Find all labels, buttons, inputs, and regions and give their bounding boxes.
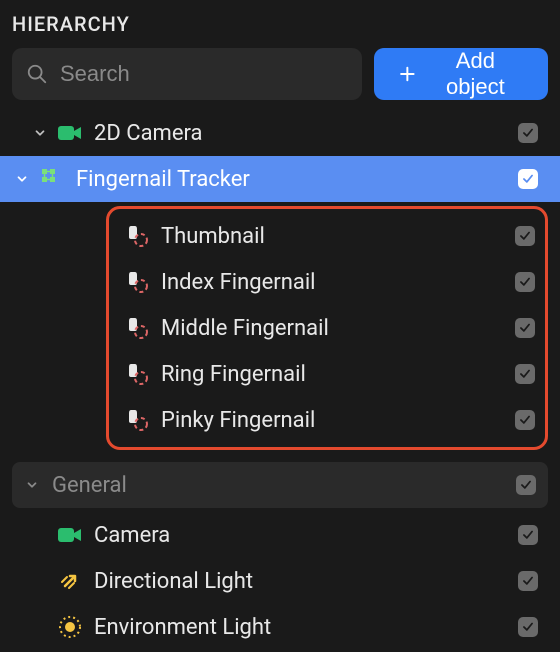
tree-item-label: Camera <box>94 523 516 548</box>
visibility-checkbox[interactable] <box>513 408 537 432</box>
tree-item-directional-light[interactable]: Directional Light <box>12 558 548 604</box>
tree-item-environment-light[interactable]: Environment Light <box>12 604 548 650</box>
highlighted-group: Thumbnail Index Fingernail <box>106 206 548 450</box>
chevron-down-icon[interactable] <box>12 172 32 186</box>
tree-item-thumbnail[interactable]: Thumbnail <box>109 213 545 259</box>
tree-item-label: Index Fingernail <box>161 270 513 295</box>
tree-item-label: Fingernail Tracker <box>76 167 516 192</box>
camera-icon <box>56 123 84 143</box>
panel-title: HIERARCHY <box>12 12 548 36</box>
section-label: General <box>52 473 514 498</box>
tree-item-label: Directional Light <box>94 569 516 594</box>
tree-item-fingernail-tracker[interactable]: Fingernail Tracker <box>0 156 560 202</box>
visibility-checkbox[interactable] <box>513 316 537 340</box>
search-icon <box>26 63 48 85</box>
visibility-checkbox[interactable] <box>513 224 537 248</box>
tree-item-ring-fingernail[interactable]: Ring Fingernail <box>109 351 545 397</box>
environment-light-icon <box>56 614 84 640</box>
chevron-down-icon[interactable] <box>30 126 50 140</box>
visibility-checkbox[interactable] <box>514 473 538 497</box>
tree-item-label: Environment Light <box>94 615 516 640</box>
camera-icon <box>56 525 84 545</box>
visibility-checkbox[interactable] <box>516 121 540 145</box>
tree-item-label: 2D Camera <box>94 121 516 146</box>
fingernail-icon <box>123 315 151 341</box>
tree-item-middle-fingernail[interactable]: Middle Fingernail <box>109 305 545 351</box>
visibility-checkbox[interactable] <box>516 167 540 191</box>
tree-item-label: Thumbnail <box>161 224 513 249</box>
tracker-icon <box>38 167 66 191</box>
tree-item-index-fingernail[interactable]: Index Fingernail <box>109 259 545 305</box>
add-object-button[interactable]: Add object <box>374 48 548 100</box>
fingernail-icon <box>123 361 151 387</box>
section-header-general[interactable]: General <box>12 462 548 508</box>
tree-item-label: Pinky Fingernail <box>161 408 513 433</box>
hierarchy-tree: 2D Camera Fingernail Tracker <box>12 110 548 650</box>
directional-light-icon <box>56 568 84 594</box>
search-box[interactable] <box>12 48 362 100</box>
tree-item-label: Ring Fingernail <box>161 362 513 387</box>
add-object-label: Add object <box>427 48 524 100</box>
search-input[interactable] <box>60 61 348 87</box>
visibility-checkbox[interactable] <box>516 615 540 639</box>
chevron-down-icon[interactable] <box>22 478 42 492</box>
visibility-checkbox[interactable] <box>516 569 540 593</box>
tree-item-pinky-fingernail[interactable]: Pinky Fingernail <box>109 397 545 443</box>
tree-item-label: Middle Fingernail <box>161 316 513 341</box>
fingernail-icon <box>123 269 151 295</box>
tree-item-2d-camera[interactable]: 2D Camera <box>12 110 548 156</box>
visibility-checkbox[interactable] <box>513 270 537 294</box>
tree-item-camera[interactable]: Camera <box>12 512 548 558</box>
toolbar: Add object <box>12 48 548 100</box>
fingernail-icon <box>123 407 151 433</box>
visibility-checkbox[interactable] <box>516 523 540 547</box>
visibility-checkbox[interactable] <box>513 362 537 386</box>
plus-icon <box>398 64 417 84</box>
fingernail-icon <box>123 223 151 249</box>
